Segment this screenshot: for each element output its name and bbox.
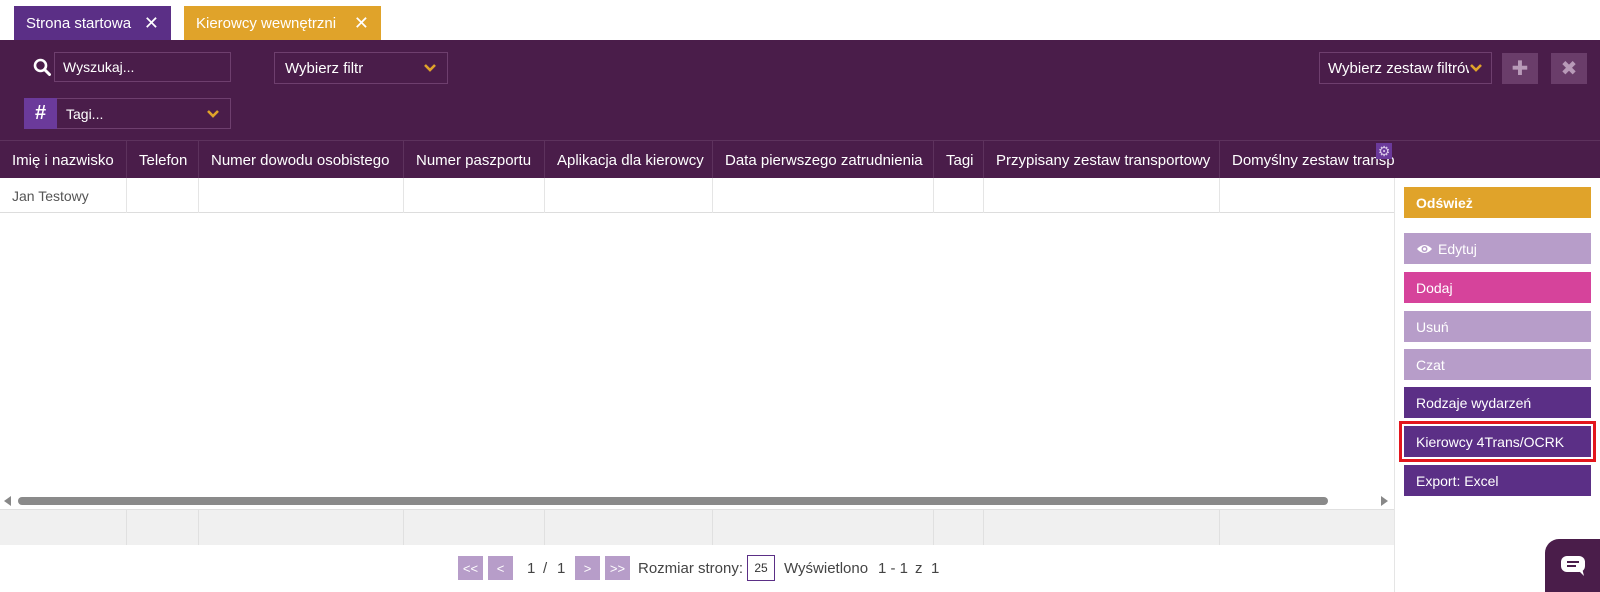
tab-bar: Strona startowa ✕ Kierowcy wewnętrzni ✕ [0,0,1600,40]
gear-icon[interactable]: ⚙ [1376,143,1392,159]
filter-toolbar: Wybierz filtr Wybierz zestaw filtrów ✚ ✖… [0,40,1600,140]
shown-of: z [915,559,923,577]
page-size-input[interactable] [747,555,775,581]
chat-widget-button[interactable] [1545,539,1600,592]
pager: << < 1 / 1 > >> Rozmiar strony: Wyświetl… [0,545,1394,592]
footer-cell [0,510,127,546]
eye-icon [1417,244,1432,253]
close-icon[interactable]: ✕ [354,14,369,32]
grid-header: Imię i nazwisko Telefon Numer dowodu oso… [0,140,1394,179]
table-cell-first-employment [713,178,934,213]
edit-button-label: Edytuj [1438,240,1477,257]
footer-cell [1220,510,1394,546]
shown-total: 1 [931,559,940,577]
table-cell-assigned-set [984,178,1220,213]
column-header-name[interactable]: Imię i nazwisko [0,141,127,179]
current-page: 1 [527,559,536,577]
column-header-id-number[interactable]: Numer dowodu osobistego [199,141,404,179]
footer-cell [199,510,404,546]
column-header-assigned-set[interactable]: Przypisany zestaw transportowy [984,141,1220,179]
footer-cell [934,510,984,546]
page-size-label: Rozmiar strony: [638,559,744,577]
footer-cell [713,510,934,546]
add-button[interactable]: Dodaj [1404,272,1591,303]
scroll-left-icon[interactable] [4,496,11,506]
prev-page-button[interactable]: < [488,556,513,580]
event-types-button[interactable]: Rodzaje wydarzeń [1404,387,1591,418]
last-page-button[interactable]: >> [605,556,630,580]
column-header-default-set[interactable]: Domyślny zestaw transpo... [1220,141,1394,179]
horizontal-scrollbar[interactable] [0,493,1394,509]
chevron-down-icon [207,109,219,118]
drivers-4trans-button[interactable]: Kierowcy 4Trans/OCRK [1399,421,1596,462]
next-page-button[interactable]: > [575,556,600,580]
scroll-right-icon[interactable] [1381,496,1388,506]
table-row[interactable]: Jan Testowy [0,178,1394,213]
search-input[interactable] [54,52,231,82]
scrollbar-thumb[interactable] [18,497,1328,505]
export-excel-button[interactable]: Export: Excel [1404,465,1591,496]
hash-icon: # [24,98,57,129]
add-filter-set-button[interactable]: ✚ [1502,53,1538,84]
table-cell-phone [127,178,199,213]
column-header-tags[interactable]: Tagi [934,141,984,179]
edit-button[interactable]: Edytuj [1404,233,1591,264]
side-panel-header [1394,140,1600,178]
column-header-first-employment[interactable]: Data pierwszego zatrudnienia [713,141,934,179]
clear-filter-set-button[interactable]: ✖ [1551,53,1587,84]
times-icon: ✖ [1560,58,1578,80]
chat-button[interactable]: Czat [1404,349,1591,380]
table-cell-default-set [1220,178,1394,213]
refresh-button[interactable]: Odśwież [1404,187,1591,218]
delete-button[interactable]: Usuń [1404,311,1591,342]
grid-footer [0,509,1394,546]
tab-internal-drivers[interactable]: Kierowcy wewnętrzni ✕ [184,6,381,40]
shown-label: Wyświetlono [784,559,869,577]
column-header-phone[interactable]: Telefon [127,141,199,179]
filter-set-select-value: Wybierz zestaw filtrów [1328,59,1469,77]
grid-body: Jan Testowy [0,178,1394,492]
table-cell-name: Jan Testowy [0,178,127,213]
tab-home[interactable]: Strona startowa ✕ [14,6,171,40]
shown-range: 1 - 1 [878,559,909,577]
first-page-button[interactable]: << [458,556,483,580]
tab-internal-drivers-label: Kierowcy wewnętrzni [196,14,337,32]
plus-icon: ✚ [1511,58,1529,80]
chevron-down-icon [424,64,436,72]
filter-select-value: Wybierz filtr [285,59,364,77]
column-header-driver-app[interactable]: Aplikacja dla kierowcy [545,141,713,179]
page-separator: / [543,559,548,577]
table-cell-id-number [199,178,404,213]
tab-home-label: Strona startowa [26,14,132,32]
chat-bubble-icon [1560,555,1585,576]
footer-cell [984,510,1220,546]
filter-select[interactable]: Wybierz filtr [274,52,448,84]
footer-cell [545,510,713,546]
footer-cell [127,510,199,546]
column-header-passport[interactable]: Numer paszportu [404,141,545,179]
filter-set-select[interactable]: Wybierz zestaw filtrów [1319,52,1492,84]
chevron-down-icon [1470,64,1482,72]
search-icon [33,58,51,76]
total-pages: 1 [557,559,566,577]
table-cell-driver-app [545,178,713,213]
footer-cell [404,510,545,546]
close-icon[interactable]: ✕ [144,14,159,32]
tags-select[interactable]: # Tagi... [24,98,231,129]
table-cell-tags [934,178,984,213]
table-cell-passport [404,178,545,213]
tags-select-value: Tagi... [66,105,104,122]
